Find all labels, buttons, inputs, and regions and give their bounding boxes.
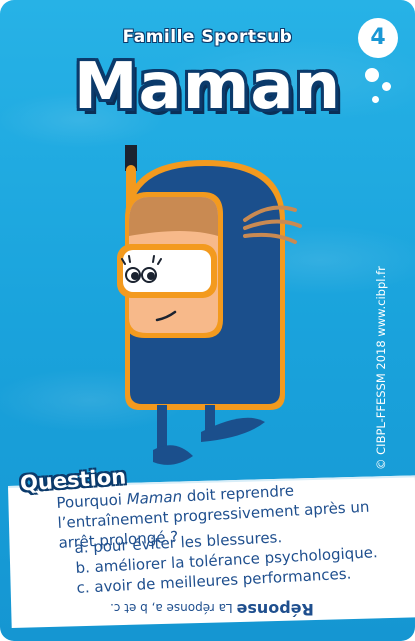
question-text-start: Pourquoi [56,490,128,512]
diver-character-illustration [117,145,302,465]
card-title: Maman [73,50,342,124]
family-title: Famille Sportsub [122,27,293,47]
question-text-name: Maman [126,487,183,509]
copyright-text: © CIBPL-FFESSM 2018 www.cibpl.fr [374,266,388,470]
game-card: Famille Sportsub 4 Maman © CIBPL-FFESSM … [0,0,415,641]
answer-label: Réponse [236,600,314,619]
answer-text: La réponse a, b et c. [110,601,233,615]
answer-strip-upside-down: Réponse La réponse a, b et c. [110,600,410,619]
